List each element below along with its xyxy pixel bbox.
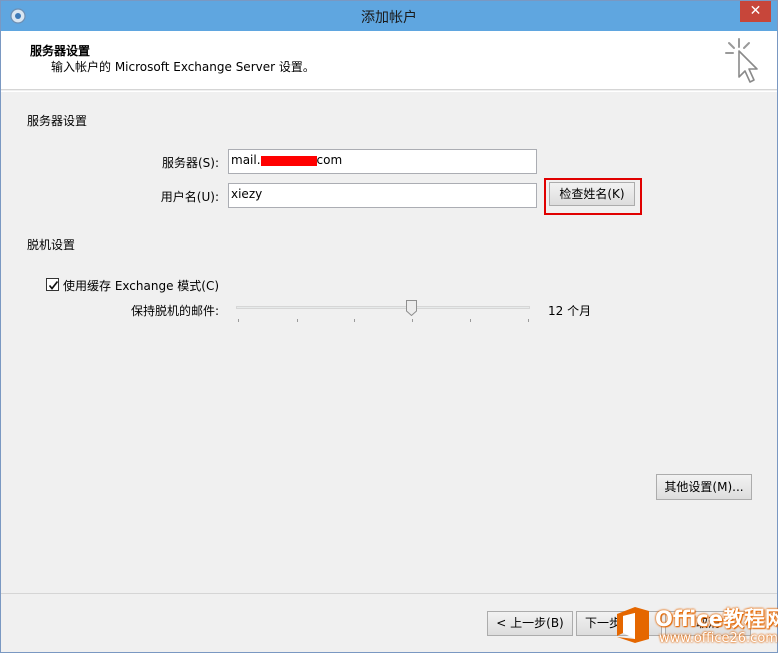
slider-tick <box>470 319 471 322</box>
slider-tick <box>297 319 298 322</box>
close-icon: ✕ <box>749 3 762 19</box>
slider-value-label: 12 个月 <box>548 304 592 318</box>
window-title: 添加帐户 <box>361 10 417 26</box>
watermark: Office教程网 www.office26.com <box>613 601 778 653</box>
slider-tick <box>528 319 529 322</box>
slider-thumb[interactable] <box>406 300 417 316</box>
check-name-button[interactable]: 检查姓名(K) <box>549 182 635 206</box>
redaction-mark <box>260 155 317 166</box>
server-settings-heading: 服务器设置 <box>27 114 88 128</box>
offline-settings-heading: 脱机设置 <box>27 238 76 252</box>
slider-tick <box>238 319 239 322</box>
username-value: xiezy <box>231 187 263 201</box>
keep-offline-label: 保持脱机的邮件: <box>130 304 219 318</box>
cached-mode-checkbox[interactable] <box>46 278 59 291</box>
add-account-dialog: 添加帐户 ✕ 服务器设置 输入帐户的 Microsoft Exchange Se… <box>0 0 778 653</box>
watermark-url: www.office26.com <box>659 631 778 646</box>
back-button[interactable]: < 上一步(B) <box>487 611 573 636</box>
cursor-sparkle-icon <box>725 38 758 83</box>
slider-tick <box>412 319 413 322</box>
wizard-header: 服务器设置 输入帐户的 Microsoft Exchange Server 设置… <box>1 31 777 90</box>
cached-mode-label[interactable]: 使用缓存 Exchange 模式(C) <box>63 277 219 294</box>
username-input[interactable]: xiezy <box>228 183 537 208</box>
title-bar[interactable]: 添加帐户 ✕ <box>1 1 777 31</box>
watermark-brand: Office教程网 <box>655 607 778 631</box>
username-label: 用户名(U): <box>160 190 219 204</box>
header-subtitle: 输入帐户的 Microsoft Exchange Server 设置。 <box>51 60 315 74</box>
server-value-suffix: com <box>316 153 343 167</box>
header-divider <box>1 91 777 92</box>
server-value-prefix: mail. <box>231 153 261 167</box>
close-button[interactable]: ✕ <box>740 1 771 22</box>
office-logo-icon <box>617 607 649 643</box>
header-title: 服务器设置 <box>30 44 91 58</box>
more-settings-button[interactable]: 其他设置(M)... <box>656 474 752 500</box>
slider-tick <box>354 319 355 322</box>
footer-divider <box>1 593 777 594</box>
checkmark-icon <box>48 280 59 290</box>
server-label: 服务器(S): <box>161 156 219 170</box>
server-input[interactable]: mail. com <box>228 149 537 174</box>
offline-mail-slider-track[interactable] <box>236 306 530 309</box>
